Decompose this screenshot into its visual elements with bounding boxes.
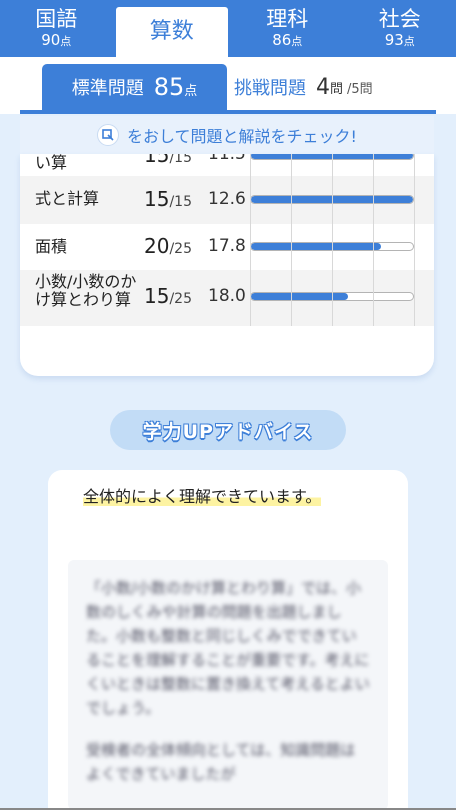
tab-score: 90点: [41, 30, 72, 49]
tab-standard-questions[interactable]: 標準問題 85点: [42, 64, 227, 110]
subtab-label: 標準問題: [71, 78, 144, 99]
row-average: 17.8: [208, 236, 246, 256]
advice-heading: 学力UPアドバイス: [110, 410, 346, 450]
grid-line: [414, 154, 415, 326]
tab-score: 86点: [272, 30, 303, 49]
tab-label: 社会: [378, 6, 421, 31]
subtab-score: 85点: [153, 73, 198, 101]
tab-science[interactable]: 理科 86点: [231, 0, 344, 57]
row-score: 15/15: [144, 187, 192, 211]
tab-social[interactable]: 社会 93点: [344, 0, 456, 57]
row-label: 小数/小数のかけ算とわり算: [35, 272, 137, 309]
row-score: 15/25: [144, 284, 192, 308]
tab-label: 理科: [266, 6, 309, 31]
row-average: 18.0: [208, 286, 246, 306]
grid-line: [373, 154, 374, 326]
tap-icon: [97, 124, 120, 146]
advice-detail-paragraph: 受検者の全体傾向としては、知識問題はよくできていましたが: [86, 741, 356, 783]
tab-challenge-questions[interactable]: 挑戦問題 4 問 /5問: [234, 64, 434, 110]
advice-detail-paragraph: 「小数/小数のかけ算とわり算」では、小数のしくみや計算の問題を出題しました。小数…: [86, 579, 370, 717]
challenge-total: /5問: [347, 81, 373, 97]
advice-title: 学力UPアドバイス: [142, 420, 314, 443]
advice-detail-text: 「小数/小数のかけ算とわり算」では、小数のしくみや計算の問題を出題しました。小数…: [68, 560, 388, 802]
results-table: い算 15/15 11.5 式と計算 15/15 12.6 面積 20/25 1…: [20, 154, 434, 376]
grid-line: [250, 154, 251, 326]
challenge-count: 4: [316, 74, 330, 100]
row-score: 20/25: [144, 234, 192, 258]
tab-math[interactable]: 算数: [115, 7, 228, 57]
challenge-count-unit: 問: [330, 81, 344, 97]
info-banner-text: をおして問題と解説をチェック!: [127, 127, 357, 146]
row-score: 15/15: [144, 154, 192, 167]
tab-label: 国語: [35, 6, 78, 31]
progress-fill: [251, 293, 349, 300]
row-label: 式と計算: [35, 189, 100, 208]
grid-line: [332, 154, 333, 326]
tab-underline: [20, 110, 436, 114]
advice-detail: 「小数/小数のかけ算とわり算」では、小数のしくみや計算の問題を出題しました。小数…: [68, 560, 388, 810]
table-row[interactable]: 面積 20/25 17.8: [20, 224, 434, 270]
tab-japanese[interactable]: 国語 90点: [0, 0, 113, 57]
advice-summary: 全体的によく理解できています。: [83, 487, 322, 506]
table-row[interactable]: 小数/小数のかけ算とわり算 15/25 18.0: [20, 270, 434, 326]
row-label: い算: [35, 154, 68, 172]
grid-line: [291, 154, 292, 326]
subject-tabs: 国語 90点 算数 理科 86点 社会 93点: [0, 0, 456, 57]
tab-label: 算数: [149, 19, 194, 44]
row-average: 12.6: [208, 189, 246, 209]
info-banner: をおして問題と解説をチェック!: [20, 116, 434, 154]
table-row[interactable]: い算 15/15 11.5: [20, 154, 434, 176]
table-row[interactable]: 式と計算 15/15 12.6: [20, 176, 434, 224]
row-average: 11.5: [208, 154, 246, 164]
progress-fill: [251, 243, 381, 250]
sub-tabs: 標準問題 85点 挑戦問題 4 問 /5問: [0, 57, 456, 114]
subtab-label: 挑戦問題: [234, 78, 306, 99]
row-label: 面積: [35, 237, 68, 256]
advice-card: 全体的によく理解できています。 「小数/小数のかけ算とわり算」では、小数のしくみ…: [48, 470, 408, 810]
tab-score: 93点: [384, 30, 415, 49]
